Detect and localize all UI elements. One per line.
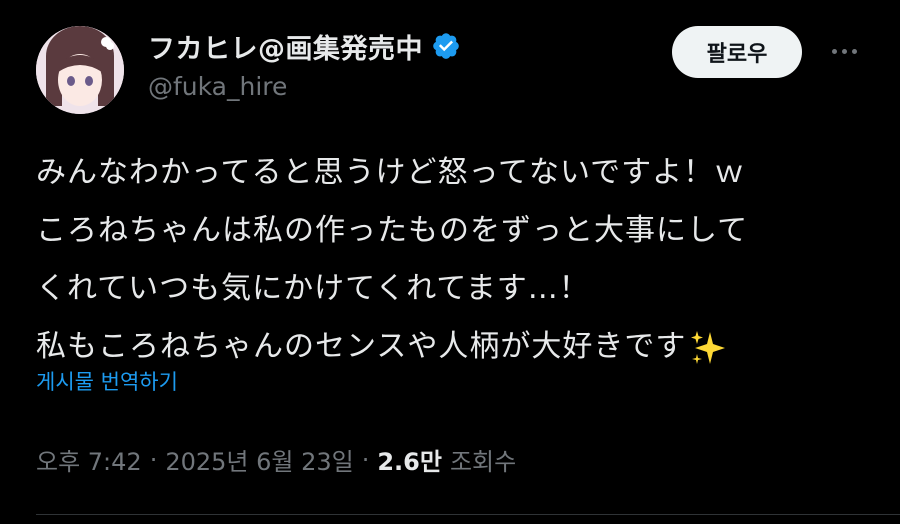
name-row: フカヒレ@画集発売中 xyxy=(148,26,461,66)
tweet-line: くれていつも気にかけてくれてます…！ xyxy=(36,271,590,306)
meta-separator: · xyxy=(361,445,370,474)
follow-button[interactable]: 팔로우 xyxy=(672,26,802,78)
verified-badge-icon xyxy=(433,33,459,59)
avatar[interactable] xyxy=(36,26,124,114)
tweet-meta: 오후 7:42 · 2025년 6월 23일 · 2.6만 조회수 xyxy=(36,442,516,477)
tweet-header: フカヒレ@画集発売中 @fuka_hire 팔로우 xyxy=(36,22,864,114)
tweet-line: みんなわかってると思うけど怒ってないですよ！ｗ xyxy=(36,155,746,190)
translate-post-link[interactable]: 게시물 번역하기 xyxy=(36,366,178,396)
tweet-text: みんなわかってると思うけど怒ってないですよ！ｗ ころねちゃんは私の作ったものをず… xyxy=(36,144,876,376)
display-name[interactable]: フカヒレ@画集発売中 xyxy=(148,27,423,66)
post-time[interactable]: 오후 7:42 xyxy=(36,442,142,477)
views-count[interactable]: 2.6만 xyxy=(377,442,442,477)
meta-separator: · xyxy=(149,445,158,474)
more-options-icon[interactable] xyxy=(824,36,864,66)
user-handle[interactable]: @fuka_hire xyxy=(148,72,287,101)
divider xyxy=(36,514,900,515)
tweet-line-text: 私もころねちゃんのセンスや人柄が大好きです xyxy=(36,329,687,364)
views-label: 조회수 xyxy=(449,448,517,476)
tweet-line: ころねちゃんは私の作ったものをずっと大事にして xyxy=(36,213,749,248)
post-date[interactable]: 2025년 6월 23일 xyxy=(165,442,353,477)
sparkles-emoji-icon xyxy=(691,330,726,364)
